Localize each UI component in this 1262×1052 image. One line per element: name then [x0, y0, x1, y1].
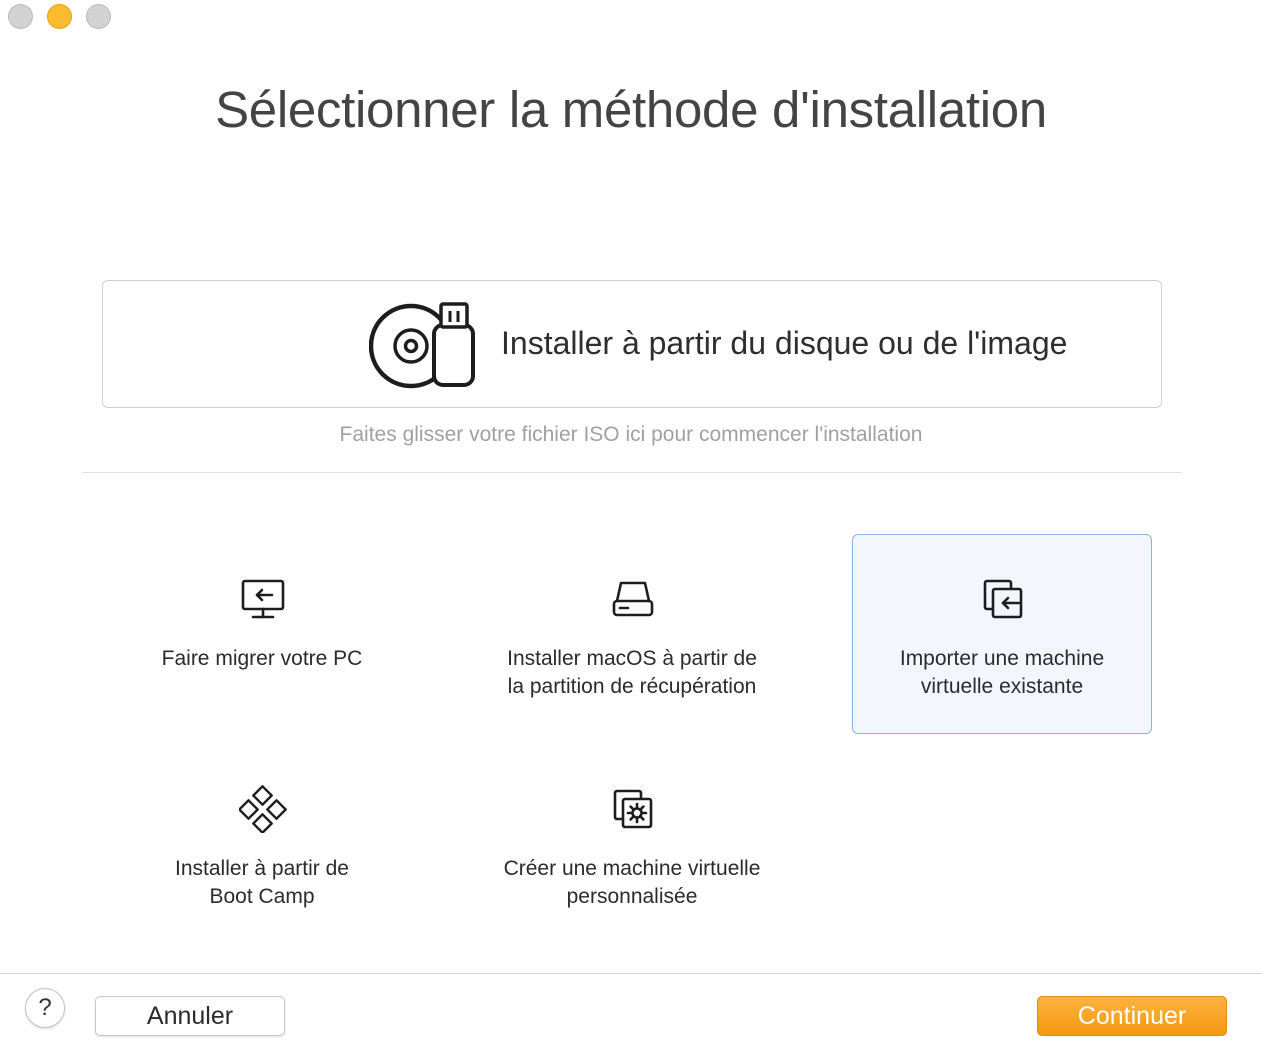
option-install-bootcamp[interactable]: Installer à partir de Boot Camp — [112, 744, 412, 944]
option-label: Importer une machine virtuelle existante — [899, 647, 1105, 698]
option-import-existing-vm[interactable]: Importer une machine virtuelle existante — [852, 534, 1152, 734]
help-button[interactable]: ? — [25, 988, 65, 1028]
section-divider — [82, 472, 1182, 473]
close-button[interactable] — [8, 4, 33, 29]
cancel-button[interactable]: Annuler — [95, 996, 285, 1036]
install-from-disk-option[interactable]: Installer à partir du disque ou de l'ima… — [102, 280, 1162, 408]
option-label: Créer une machine virtuelle personnalisé… — [503, 857, 761, 908]
hard-drive-icon — [612, 581, 654, 617]
import-vm-icon — [983, 579, 1023, 619]
option-migrate-pc[interactable]: Faire migrer votre PC — [112, 534, 412, 734]
install-from-disk-label: Installer à partir du disque ou de l'ima… — [501, 325, 1068, 361]
disc-usb-icon — [369, 302, 475, 389]
continue-button[interactable]: Continuer — [1037, 996, 1227, 1036]
monitor-import-icon — [241, 579, 285, 619]
zoom-button[interactable] — [86, 4, 111, 29]
footer-divider — [0, 973, 1262, 974]
option-label: Installer macOS à partir de la partition… — [507, 647, 757, 698]
bootcamp-icon — [239, 785, 287, 833]
option-create-custom-vm[interactable]: Créer une machine virtuelle personnalisé… — [482, 744, 782, 944]
option-install-macos-recovery[interactable]: Installer macOS à partir de la partition… — [482, 534, 782, 734]
option-label: Faire migrer votre PC — [161, 647, 363, 670]
page-title: Sélectionner la méthode d'installation — [215, 81, 1047, 138]
minimize-button[interactable] — [47, 4, 72, 29]
custom-vm-icon — [613, 789, 653, 829]
drop-hint-text: Faites glisser votre fichier ISO ici pou… — [339, 423, 923, 446]
window-controls — [8, 4, 111, 29]
option-label: Installer à partir de Boot Camp — [175, 857, 349, 908]
